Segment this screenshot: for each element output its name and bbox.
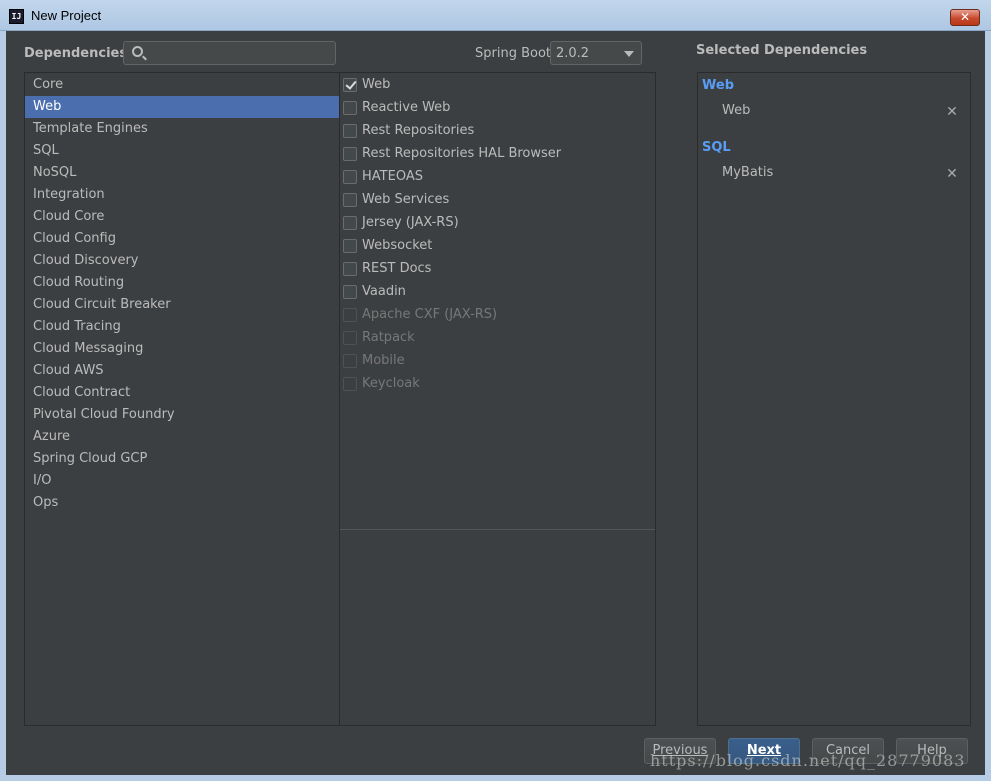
- category-item[interactable]: Cloud Discovery: [25, 250, 339, 272]
- dependency-label: Vaadin: [362, 284, 406, 299]
- category-item[interactable]: Cloud Routing: [25, 272, 339, 294]
- dependency-item[interactable]: Web: [343, 75, 653, 95]
- dependency-checkbox[interactable]: [343, 78, 357, 92]
- selected-dependencies-label: Selected Dependencies: [696, 43, 868, 58]
- dependency-checkbox[interactable]: [343, 262, 357, 276]
- description-divider: [340, 529, 655, 530]
- intellij-icon: IJ: [9, 9, 24, 24]
- dependency-label: Mobile: [362, 353, 405, 368]
- category-item[interactable]: Cloud AWS: [25, 360, 339, 382]
- dependency-label: Reactive Web: [362, 100, 451, 115]
- category-item[interactable]: Web: [25, 96, 339, 118]
- dependency-item[interactable]: Vaadin: [343, 282, 653, 302]
- spring-boot-version: 2.0.2: [556, 46, 590, 61]
- dependency-label: REST Docs: [362, 261, 432, 276]
- spring-boot-version-select[interactable]: 2.0.2: [550, 41, 642, 65]
- chevron-down-icon: [624, 51, 634, 57]
- dependency-item: Mobile: [343, 351, 653, 371]
- dependency-checkbox[interactable]: [343, 285, 357, 299]
- dependency-list: Web Reactive Web Rest Repositories Rest Rep…: [339, 72, 656, 726]
- dependency-checkbox[interactable]: [343, 239, 357, 253]
- category-item[interactable]: Cloud Contract: [25, 382, 339, 404]
- dependency-label: Jersey (JAX-RS): [362, 215, 459, 230]
- dependency-label: Web Services: [362, 192, 450, 207]
- dependency-item[interactable]: Rest Repositories HAL Browser: [343, 144, 653, 164]
- selected-group-header: Web: [702, 78, 734, 93]
- category-item[interactable]: Spring Cloud GCP: [25, 448, 339, 470]
- dependency-label: Web: [362, 77, 391, 92]
- watermark: https://blog.csdn.net/qq_28779083: [650, 751, 966, 770]
- dependency-checkbox: [343, 308, 357, 322]
- dependency-item[interactable]: REST Docs: [343, 259, 653, 279]
- selected-dependency-item: MyBatis: [722, 165, 774, 180]
- category-item[interactable]: Template Engines: [25, 118, 339, 140]
- dependency-label: Ratpack: [362, 330, 415, 345]
- category-item[interactable]: Cloud Tracing: [25, 316, 339, 338]
- selected-dependency-item: Web: [722, 103, 751, 118]
- dependency-checkbox: [343, 331, 357, 345]
- remove-dependency-icon[interactable]: ✕: [946, 167, 958, 181]
- category-item[interactable]: Cloud Circuit Breaker: [25, 294, 339, 316]
- category-item[interactable]: Pivotal Cloud Foundry: [25, 404, 339, 426]
- window-close-button[interactable]: ✕: [950, 9, 980, 26]
- search-icon: [132, 46, 143, 57]
- spring-boot-label: Spring Boot: [475, 46, 552, 61]
- remove-dependency-icon[interactable]: ✕: [946, 105, 958, 119]
- dependency-item[interactable]: Websocket: [343, 236, 653, 256]
- category-item[interactable]: Integration: [25, 184, 339, 206]
- dependency-checkbox: [343, 354, 357, 368]
- selected-dependencies-panel: Web Web ✕ SQL MyBatis ✕: [697, 72, 971, 726]
- dependency-item: Keycloak: [343, 374, 653, 394]
- category-list: Core Web Template Engines SQL NoSQL Integrati…: [24, 72, 340, 726]
- dependency-checkbox[interactable]: [343, 193, 357, 207]
- category-item[interactable]: Cloud Messaging: [25, 338, 339, 360]
- window-title: New Project: [31, 8, 102, 23]
- category-item[interactable]: I/O: [25, 470, 339, 492]
- category-item[interactable]: SQL: [25, 140, 339, 162]
- dependency-label: Rest Repositories: [362, 123, 475, 138]
- dependency-item[interactable]: Jersey (JAX-RS): [343, 213, 653, 233]
- dependency-label: Websocket: [362, 238, 433, 253]
- category-item[interactable]: Core: [25, 74, 339, 96]
- search-box[interactable]: [123, 41, 336, 65]
- dependency-checkbox[interactable]: [343, 124, 357, 138]
- dependency-label: HATEOAS: [362, 169, 423, 184]
- dependency-checkbox[interactable]: [343, 216, 357, 230]
- dependency-checkbox[interactable]: [343, 170, 357, 184]
- dependency-item: Ratpack: [343, 328, 653, 348]
- dependency-checkbox[interactable]: [343, 101, 357, 115]
- dependency-item[interactable]: Rest Repositories: [343, 121, 653, 141]
- dependencies-label: Dependencies: [24, 46, 128, 61]
- title-bar: IJ New Project ✕: [0, 0, 991, 31]
- dependency-item[interactable]: Web Services: [343, 190, 653, 210]
- category-item[interactable]: Cloud Config: [25, 228, 339, 250]
- dependency-item[interactable]: HATEOAS: [343, 167, 653, 187]
- dependency-item[interactable]: Reactive Web: [343, 98, 653, 118]
- category-item[interactable]: Ops: [25, 492, 339, 514]
- dependency-label: Keycloak: [362, 376, 420, 391]
- dependency-checkbox: [343, 377, 357, 391]
- category-item[interactable]: NoSQL: [25, 162, 339, 184]
- dependency-label: Rest Repositories HAL Browser: [362, 146, 562, 161]
- category-item[interactable]: Cloud Core: [25, 206, 339, 228]
- dependency-item: Apache CXF (JAX-RS): [343, 305, 653, 325]
- dependency-checkbox[interactable]: [343, 147, 357, 161]
- search-input[interactable]: [150, 44, 330, 62]
- category-item[interactable]: Azure: [25, 426, 339, 448]
- selected-group-header: SQL: [702, 140, 731, 155]
- dependency-label: Apache CXF (JAX-RS): [362, 307, 498, 322]
